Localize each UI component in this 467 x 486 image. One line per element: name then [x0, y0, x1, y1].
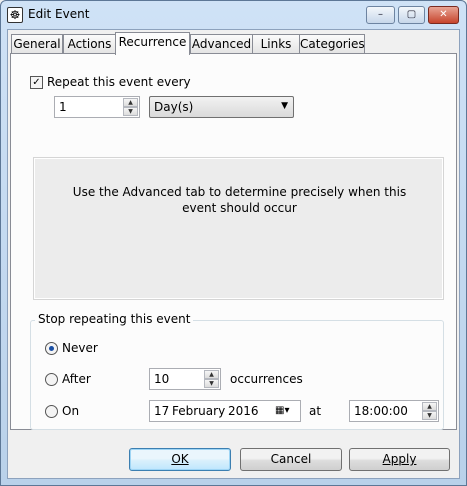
on-radio[interactable]	[45, 405, 58, 418]
never-label: Never	[62, 341, 98, 355]
after-radio[interactable]	[45, 373, 58, 386]
apply-button-label: Apply	[382, 452, 417, 466]
after-label: After	[62, 372, 91, 386]
occurrences-value: 10	[154, 372, 170, 386]
occurrences-label: occurrences	[230, 372, 303, 386]
chevron-down-icon: ▼	[281, 101, 288, 111]
on-label: On	[62, 404, 80, 418]
cancel-button[interactable]: Cancel	[240, 448, 342, 471]
repeat-label: Repeat this event every	[47, 75, 191, 89]
at-label: at	[309, 404, 322, 418]
occurrences-up-button[interactable]: ▲	[204, 370, 219, 379]
end-time-value: 18:00:00	[354, 404, 408, 418]
dialog-client-area: General Actions Recurrence Advanced Link…	[7, 29, 460, 479]
interval-value: 1	[59, 100, 67, 114]
tab-categories[interactable]: Categories	[299, 34, 365, 54]
never-radio[interactable]	[45, 342, 58, 355]
info-box: Use the Advanced tab to determine precis…	[33, 157, 444, 300]
end-date-picker[interactable]: 17 February 2016 ▦▾	[149, 400, 301, 422]
interval-unit-select[interactable]: Day(s) ▼	[149, 96, 294, 118]
close-button[interactable]: ✕	[428, 6, 459, 24]
tab-advanced[interactable]: Advanced	[190, 34, 253, 54]
maximize-button[interactable]: ▢	[398, 6, 425, 24]
ok-button-label: OK	[171, 452, 189, 466]
repeat-checkbox[interactable]: ✓	[30, 76, 43, 89]
interval-down-button[interactable]: ▼	[123, 107, 138, 116]
date-day: 17	[154, 404, 170, 418]
occurrences-stepper[interactable]: 10 ▲ ▼	[149, 368, 221, 390]
date-year: 2016	[228, 404, 259, 418]
title-bar[interactable]: ☸ Edit Event – ▢ ✕	[1, 1, 466, 29]
stop-repeating-title: Stop repeating this event	[35, 312, 194, 326]
tab-general[interactable]: General	[11, 34, 63, 54]
date-month: February	[172, 404, 226, 418]
window-title: Edit Event	[28, 7, 90, 21]
interval-stepper[interactable]: 1 ▲ ▼	[54, 96, 140, 118]
edit-event-window: ☸ Edit Event – ▢ ✕ General Actions Recur…	[0, 0, 467, 486]
ok-button[interactable]: OK	[129, 448, 231, 471]
time-up-button[interactable]: ▲	[422, 402, 437, 411]
end-time-stepper[interactable]: 18:00:00 ▲ ▼	[349, 400, 439, 422]
interval-up-button[interactable]: ▲	[123, 98, 138, 107]
tab-recurrence[interactable]: Recurrence	[115, 32, 190, 55]
calendar-icon[interactable]: ▦▾	[275, 404, 296, 418]
recurrence-panel: ✓ Repeat this event every 1 ▲ ▼ Day(s) ▼…	[10, 53, 457, 430]
tab-links[interactable]: Links	[252, 34, 300, 54]
interval-unit-value: Day(s)	[154, 100, 194, 114]
occurrences-down-button[interactable]: ▼	[204, 379, 219, 388]
app-icon[interactable]: ☸	[7, 7, 23, 23]
minimize-button[interactable]: –	[366, 6, 395, 24]
time-down-button[interactable]: ▼	[422, 411, 437, 420]
apply-button[interactable]: Apply	[349, 448, 450, 471]
info-text: Use the Advanced tab to determine precis…	[72, 185, 407, 215]
tab-actions[interactable]: Actions	[63, 34, 116, 54]
